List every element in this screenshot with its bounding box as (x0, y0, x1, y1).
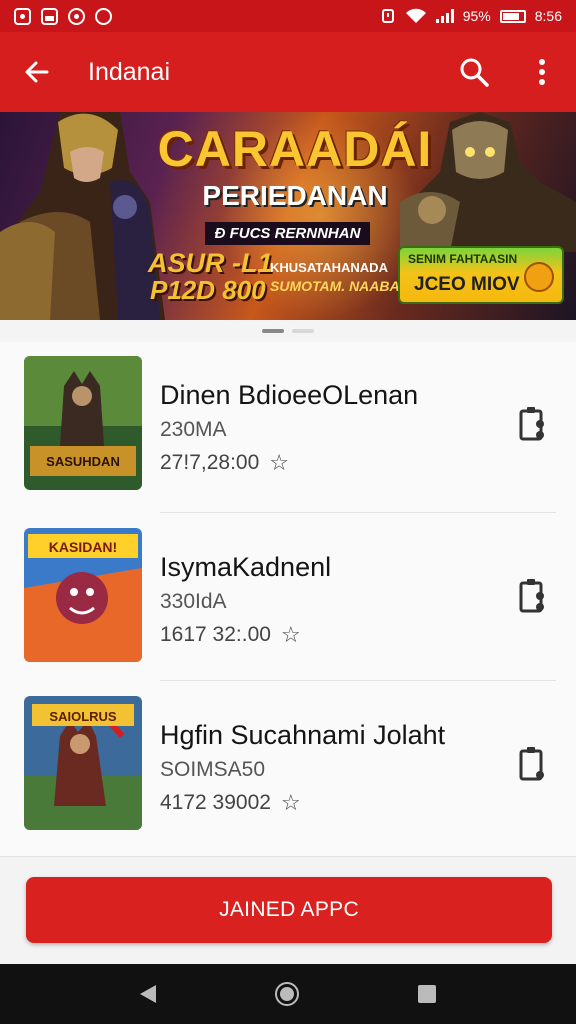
app-actions (440, 32, 576, 112)
game-title: IsymaKadnenl (160, 552, 332, 582)
banner-pager (0, 320, 576, 342)
record-icon (68, 7, 85, 25)
more-options-button[interactable] (508, 32, 576, 112)
star-icon: ☆ (280, 790, 301, 815)
clipboard-icon[interactable] (518, 746, 546, 782)
game-list: SASUHDAN Dinen BdioeeOLenan 230MA 27!7,2… (0, 342, 576, 856)
image-icon (41, 7, 58, 25)
battery-percent: 95% (462, 8, 491, 24)
banner-cta-label: JCEO MIOV (414, 274, 520, 295)
left-hero-art (0, 112, 165, 320)
thumb-text: KASIDAN! (49, 539, 117, 555)
notification-icons (14, 7, 112, 25)
banner-subtitle: PERIEDANAN (202, 180, 388, 211)
game-rating-text: 1617 32:.00 (160, 623, 271, 646)
signal-alert-icon (381, 9, 394, 23)
pager-dot-2[interactable] (292, 329, 314, 333)
nav-home-icon[interactable] (274, 982, 299, 1006)
system-indicators: 95% 8:56 (381, 8, 562, 24)
banner-cta-button[interactable]: SENIM FAHTAASIN JCEO MIOV (398, 246, 564, 304)
banner-small-line1: KHUSATAHANADA (270, 260, 388, 275)
battery-icon (499, 9, 526, 23)
list-item[interactable]: KASIDAN! IsymaKadnenl 330IdA 1617 32:.00… (0, 514, 576, 682)
shield-icon (95, 7, 112, 25)
app-bar: Indanai (0, 32, 576, 112)
clipboard-icon[interactable] (518, 406, 546, 442)
notification-icon (14, 7, 31, 25)
signal-icon (435, 9, 454, 23)
nav-recents-icon[interactable] (418, 985, 437, 1003)
game-thumbnail: SAIOLRUS (24, 696, 142, 830)
banner-promo-line2: P12D 800 (150, 275, 266, 305)
banner-cta-top: SENIM FAHTAASIN (408, 252, 518, 266)
pager-dot-1[interactable] (262, 329, 284, 333)
game-rating: 27!7,28:00 ☆ (160, 450, 289, 476)
banner-small-line2: SUMOTAM. NAABA (270, 278, 400, 294)
game-title: Dinen BdioeeOLenan (160, 380, 419, 410)
thumb-text: SASUHDAN (46, 454, 120, 469)
app-title: Indanai (88, 57, 171, 86)
search-button[interactable] (440, 32, 508, 112)
game-thumbnail: SASUHDAN (24, 356, 142, 490)
list-item[interactable]: SAIOLRUS Hgfin Sucahnami Jolaht SOIMSA50… (0, 682, 576, 850)
star-icon: ☆ (269, 450, 289, 475)
divider (160, 680, 556, 681)
back-arrow-icon (25, 61, 49, 83)
status-bar: 95% 8:56 (0, 0, 576, 32)
bottom-action-bar: JAINED APPC (0, 856, 576, 964)
game-rating-text: 27!7,28:00 (160, 451, 260, 474)
game-thumbnail: KASIDAN! (24, 528, 142, 662)
more-vert-icon (539, 59, 545, 85)
game-rating: 1617 32:.00 ☆ (160, 622, 301, 648)
promo-banner[interactable]: CARAADÁI PERIEDANAN Ð FUCS RERNNHAN ASUR… (0, 112, 576, 320)
search-icon (460, 58, 489, 87)
thumb-text: SAIOLRUS (49, 709, 117, 724)
emblem-icon (524, 262, 554, 292)
game-size: 230MA (160, 418, 227, 441)
game-rating-text: 4172 39002 (160, 791, 271, 814)
game-size: SOIMSA50 (160, 758, 266, 781)
join-apps-button[interactable]: JAINED APPC (26, 877, 552, 943)
wifi-icon (405, 8, 426, 23)
star-icon: ☆ (280, 622, 301, 647)
banner-title: CARAADÁI (157, 121, 433, 177)
game-rating: 4172 39002 ☆ (160, 790, 301, 816)
back-button[interactable] (0, 32, 72, 112)
clipboard-icon[interactable] (518, 578, 546, 614)
list-item[interactable]: SASUHDAN Dinen BdioeeOLenan 230MA 27!7,2… (0, 342, 576, 510)
nav-back-icon[interactable] (139, 985, 156, 1003)
game-size: 330IdA (160, 590, 227, 613)
divider (160, 512, 556, 513)
game-title: Hgfin Sucahnami Jolaht (160, 720, 446, 750)
clock: 8:56 (534, 8, 562, 24)
banner-tagline: Ð FUCS RERNNHAN (205, 222, 370, 245)
system-nav-bar (0, 964, 576, 1024)
